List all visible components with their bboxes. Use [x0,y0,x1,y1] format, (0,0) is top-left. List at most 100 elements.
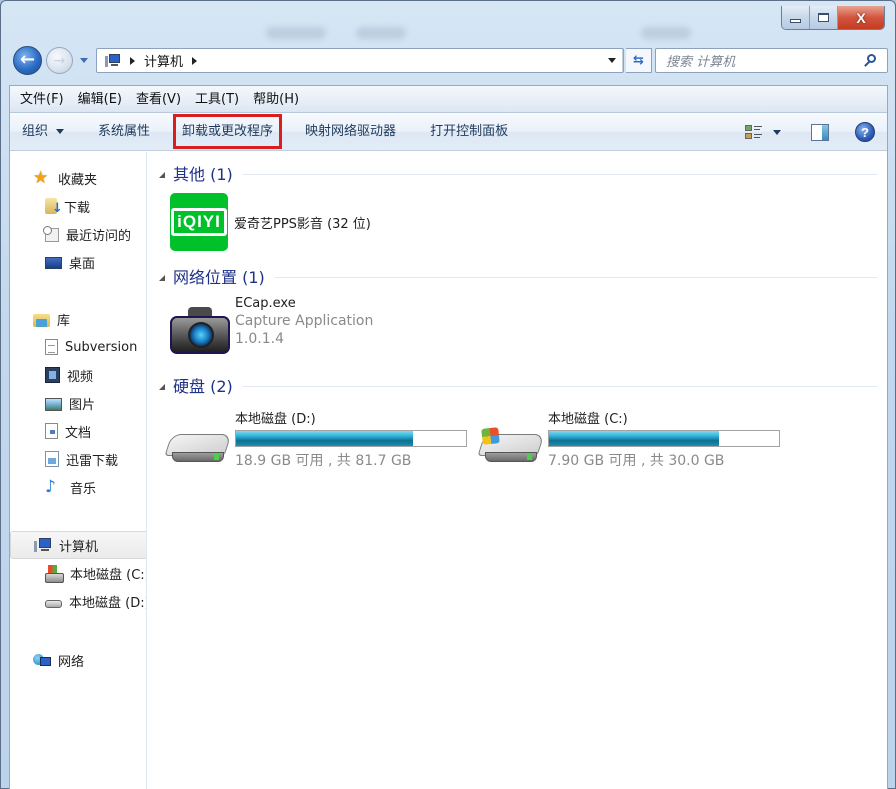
sidebar-item-subversion[interactable]: Subversion [10,333,146,361]
divider [242,173,877,175]
desktop-icon [45,257,62,269]
drive-usage-fill [549,431,719,446]
search-box[interactable]: 搜索 计算机 [655,48,888,73]
close-icon: X [856,9,866,26]
picture-icon [45,397,62,411]
command-bar: 组织 系统属性 卸载或更改程序 映射网络驱动器 打开控制面板 ? [10,113,887,151]
sidebar-item-videos[interactable]: 视频 [10,361,146,389]
library-icon [45,451,59,467]
drive-name: 本地磁盘 (D:) [235,412,316,427]
minimize-button[interactable] [782,6,810,29]
menu-edit[interactable]: 编辑(E) [71,86,129,113]
forward-button[interactable]: → [46,47,73,74]
sidebar-item-recent-places[interactable]: 最近访问的 [10,220,146,248]
group-header-other[interactable]: 其他 (1) [159,162,877,184]
organize-label: 组织 [22,123,49,139]
sidebar-item-libraries[interactable]: 库 [10,305,146,333]
video-icon [45,367,60,383]
sidebar-item-downloads[interactable]: 下载 [10,192,146,220]
libraries-group: 库 Subversion 视频 图片 文档 迅雷下载 ♪ 音乐 [10,305,146,501]
sidebar-item-favorites[interactable]: ★ 收藏夹 [10,164,146,192]
system-drive-icon [45,564,64,583]
drive-free-space: 18.9 GB 可用 , 共 81.7 GB [235,453,412,469]
menu-file[interactable]: 文件(F) [13,86,71,113]
computer-icon [105,53,121,68]
favorites-group: ★ 收藏夹 下载 最近访问的 桌面 [10,164,146,276]
divider [242,385,877,387]
open-control-panel-button[interactable]: 打开控制面板 [420,117,518,147]
menu-view[interactable]: 查看(V) [129,86,188,113]
breadcrumb-separator[interactable] [130,56,135,65]
navigation-bar: ← → 计算机 ⇆ 搜索 计算机 [9,45,888,77]
menu-help[interactable]: 帮助(H) [246,86,306,113]
address-bar[interactable]: 计算机 [96,48,624,73]
recent-places-icon [43,226,59,242]
drive-free-space: 7.90 GB 可用 , 共 30.0 GB [548,453,725,469]
sidebar-item-xunlei-downloads[interactable]: 迅雷下载 [10,445,146,473]
close-button[interactable]: X [838,6,884,29]
group-header-hard-drives[interactable]: 硬盘 (2) [159,374,877,396]
explorer-frame: 文件(F) 编辑(E) 查看(V) 工具(T) 帮助(H) 组织 系统属性 卸载… [9,85,888,789]
map-network-drive-button[interactable]: 映射网络驱动器 [295,117,406,147]
maximize-icon [818,13,829,22]
help-icon[interactable]: ? [855,122,875,142]
title-blur [641,27,691,39]
collapse-caret-icon [159,274,165,281]
network-group: 网络 [10,646,146,674]
toolbar-right: ? [745,113,887,151]
item-name: 爱奇艺PPS影音 (32 位) [234,217,371,232]
organize-button[interactable]: 组织 [12,117,74,147]
title-blur [356,27,406,39]
refresh-button[interactable]: ⇆ [626,48,652,73]
computer-group: 计算机 本地磁盘 (C:) 本地磁盘 (D:) [10,531,146,615]
breadcrumb-computer[interactable]: 计算机 [144,51,183,70]
menu-tools[interactable]: 工具(T) [188,86,246,113]
camera-app-icon [170,304,230,356]
music-note-icon: ♪ [45,476,56,497]
drive-name: 本地磁盘 (C:) [548,412,628,427]
sidebar-item-pictures[interactable]: 图片 [10,389,146,417]
view-options-dropdown[interactable] [773,129,781,135]
computer-icon [34,537,52,554]
collapse-caret-icon [159,171,165,178]
item-name: ECap.exe [235,296,296,311]
library-icon [45,339,58,355]
sidebar-item-network[interactable]: 网络 [10,646,146,674]
group-header-network-locations[interactable]: 网络位置 (1) [159,265,877,287]
downloads-folder-icon [45,198,63,216]
sidebar-item-drive-c[interactable]: 本地磁盘 (C:) [10,559,146,587]
maximize-button[interactable] [810,6,838,29]
drive-tile-c[interactable]: 本地磁盘 (C:) 7.90 GB 可用 , 共 30.0 GB [477,408,780,470]
recent-pages-button[interactable] [78,54,90,66]
chevron-down-icon [56,129,65,134]
uninstall-program-button[interactable]: 卸载或更改程序 [173,114,283,149]
sidebar-item-desktop[interactable]: 桌面 [10,248,146,276]
drive-tile-d[interactable]: 本地磁盘 (D:) 18.9 GB 可用 , 共 81.7 GB [164,408,467,470]
sidebar-item-computer[interactable]: 计算机 [10,531,146,559]
sidebar-item-documents[interactable]: 文档 [10,417,146,445]
hard-drive-icon [45,600,62,608]
search-input[interactable]: 搜索 计算机 [666,51,863,70]
chevron-down-icon [607,58,616,63]
navigation-pane: ★ 收藏夹 下载 最近访问的 桌面 库 [10,152,147,789]
menu-bar: 文件(F) 编辑(E) 查看(V) 工具(T) 帮助(H) [10,86,887,113]
back-button[interactable]: ← [13,46,42,75]
chevron-down-icon [773,129,781,135]
refresh-icon: ⇆ [633,53,644,68]
system-properties-button[interactable]: 系统属性 [88,117,160,147]
document-icon [45,423,58,439]
arrow-left-icon: ← [19,48,36,70]
sidebar-item-drive-d[interactable]: 本地磁盘 (D:) [10,587,146,615]
drive-usage-bar [548,430,780,447]
breadcrumb-separator[interactable] [192,56,198,65]
search-icon[interactable] [863,53,879,69]
sidebar-item-music[interactable]: ♪ 音乐 [10,473,146,501]
preview-pane-icon[interactable] [811,123,829,141]
divider [274,276,877,278]
list-item-iqiyi[interactable]: iQIYI 爱奇艺PPS影音 (32 位) [170,193,371,251]
item-version: 1.0.1.4 [235,331,284,347]
list-item-ecap[interactable]: ECap.exe Capture Application 1.0.1.4 [170,296,373,356]
address-dropdown-button[interactable] [601,49,623,72]
network-icon [33,652,51,669]
change-view-icon[interactable] [745,124,763,140]
